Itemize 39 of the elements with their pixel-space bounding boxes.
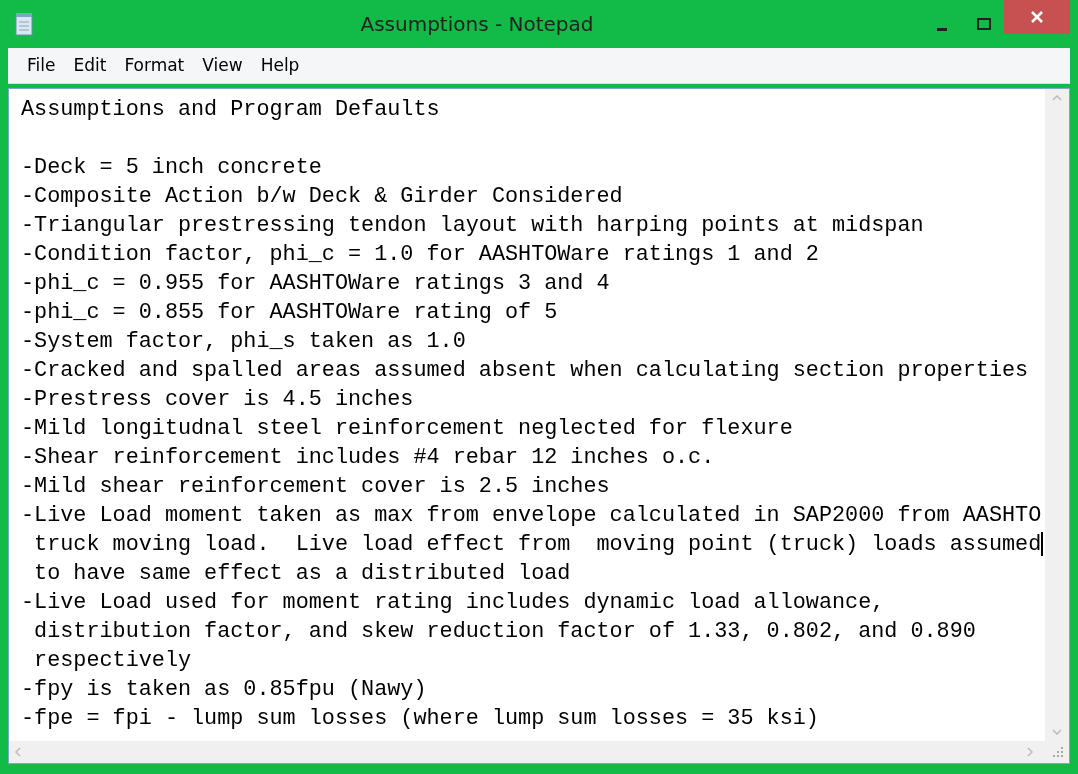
scroll-up-icon[interactable] — [1052, 95, 1062, 101]
text-line: respectively — [33, 648, 192, 673]
menu-item[interactable]: File — [18, 50, 65, 81]
menu-item[interactable]: View — [193, 50, 252, 81]
text-line: to have same effect as a distributed load — [33, 561, 571, 586]
text-line: truck moving load. Live load effect from moving point (truck) loads assumed — [33, 532, 1042, 557]
text-line: -phi_c = 0.955 for AASHTOWare ratings 3 and 4 — [21, 271, 610, 296]
close-icon — [1030, 10, 1044, 24]
text-line: -fpe = fpi - lump sum losses (where lump sum losses = 35 ksi) — [21, 706, 819, 731]
text-line: -Live Load moment taken as max from envelope calculated in SAP2000 from AASHTO — [21, 503, 1042, 528]
menu-item[interactable]: Help — [251, 50, 309, 81]
text-line: -Triangular prestressing tendon layout with harping points at midspan — [21, 213, 924, 238]
text-line: -Cracked and spalled areas assumed absent when calculating section properties — [21, 358, 1029, 383]
scroll-down-icon[interactable] — [1052, 729, 1062, 735]
notepad-icon — [14, 12, 34, 36]
text-line: -phi_c = 0.855 for AASHTOWare rating of 5 — [21, 300, 558, 325]
text-line: distribution factor, and skew reduction factor of 1.33, 0.802, and 0.890 — [33, 619, 976, 644]
text-line: -Condition factor, phi_c = 1.0 for AASHTOWare ratings 1 and 2 — [21, 242, 819, 267]
close-button[interactable] — [1004, 0, 1070, 34]
text-line: -System factor, phi_s taken as 1.0 — [21, 329, 466, 354]
text-line: -Mild longitudnal steel reinforcement neglected for flexure — [21, 416, 793, 441]
horizontal-scrollbar[interactable] — [9, 741, 1069, 763]
window-title: Assumptions - Notepad — [359, 11, 595, 38]
text-line: -Mild shear reinforcement cover is 2.5 inches — [21, 474, 610, 499]
text-line: -Live Load used for moment rating includes dynamic load allowance, — [21, 590, 885, 615]
vertical-scrollbar[interactable] — [1045, 89, 1069, 741]
maximize-icon — [977, 18, 991, 30]
text-line: -fpy is taken as 0.85fpu (Nawy) — [21, 677, 427, 702]
minimize-icon — [937, 27, 947, 31]
menu-item[interactable]: Format — [115, 50, 194, 81]
resize-grip-icon[interactable] — [1053, 747, 1063, 757]
text-line: -Shear reinforcement includes #4 rebar 12 inches o.c. — [21, 445, 715, 470]
scroll-left-icon[interactable] — [15, 747, 21, 757]
text-line: -Deck = 5 inch concrete — [21, 155, 322, 180]
scroll-right-icon[interactable] — [1027, 747, 1033, 757]
text-line: -Prestress cover is 4.5 inches — [21, 387, 414, 412]
menu-item[interactable]: Edit — [64, 50, 116, 81]
text-line: -Composite Action b/w Deck & Girder Considered — [21, 184, 623, 209]
text-line: Assumptions and Program Defaults — [21, 97, 440, 122]
